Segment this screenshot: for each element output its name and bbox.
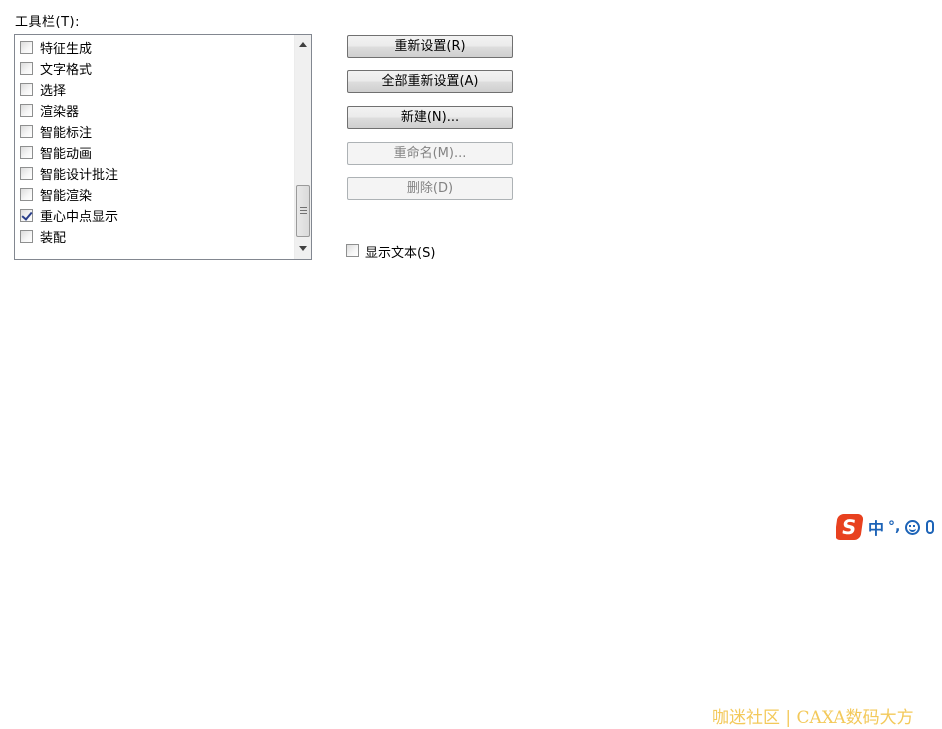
list-item-checkbox[interactable] [20, 41, 33, 54]
list-item-checkbox[interactable] [20, 167, 33, 180]
list-item-label: 装配 [40, 231, 67, 246]
watermark: 咖迷社区 | CAXA数码大方 [712, 708, 914, 728]
list-item-checkbox[interactable] [20, 146, 33, 159]
scroll-thumb[interactable] [296, 185, 310, 237]
list-item-checkbox[interactable] [20, 125, 33, 138]
list-item[interactable]: 特征生成 [20, 37, 92, 58]
reset-button[interactable]: 重新设置(R) [347, 35, 513, 58]
list-item-checkbox[interactable] [20, 230, 33, 243]
list-item-checkbox[interactable] [20, 83, 33, 96]
list-item-checkbox[interactable] [20, 104, 33, 117]
ime-toolbar[interactable]: S 中 °, [836, 513, 942, 541]
list-item-label: 智能动画 [40, 147, 93, 162]
delete-button[interactable]: 删除(D) [347, 177, 513, 200]
emoji-icon[interactable] [905, 519, 921, 535]
microphone-icon[interactable] [926, 520, 935, 534]
list-item-label: 选择 [40, 84, 67, 99]
show-text-label[interactable]: 显示文本(S) [365, 242, 435, 261]
grip-line [300, 210, 307, 211]
list-item[interactable]: 装配 [20, 226, 66, 247]
vertical-scrollbar[interactable] [294, 35, 311, 259]
list-item-checkbox[interactable] [20, 62, 33, 75]
list-item-label: 智能设计批注 [40, 168, 119, 183]
list-item-checkbox[interactable] [20, 188, 33, 201]
list-item[interactable]: 智能动画 [20, 142, 92, 163]
list-item-label: 智能渲染 [40, 189, 93, 204]
ime-language-toggle[interactable]: 中 [868, 515, 884, 539]
list-item-label: 渲染器 [40, 105, 80, 120]
reset-all-button[interactable]: 全部重新设置(A) [347, 70, 513, 93]
list-item[interactable]: 文字格式 [20, 58, 92, 79]
list-item-label: 文字格式 [40, 63, 93, 78]
grip-line [300, 213, 307, 214]
sogou-logo-icon[interactable]: S [836, 514, 864, 540]
ime-punctuation-toggle[interactable]: °, [888, 519, 900, 535]
toolbar-list[interactable]: 特征生成 文字格式 选择 渲染器 智能标注 智能动画 智能设计批注 智能渲染 重… [14, 34, 312, 260]
list-item[interactable]: 智能标注 [20, 121, 92, 142]
list-item[interactable]: 选择 [20, 79, 66, 100]
grip-line [300, 207, 307, 208]
scroll-up-icon[interactable] [299, 42, 307, 47]
list-item-label: 智能标注 [40, 126, 93, 141]
list-item-label: 特征生成 [40, 42, 93, 57]
list-item[interactable]: 智能渲染 [20, 184, 92, 205]
list-item[interactable]: 智能设计批注 [20, 163, 118, 184]
list-item[interactable]: 重心中点显示 [20, 205, 118, 226]
rename-button[interactable]: 重命名(M)... [347, 142, 513, 165]
scroll-down-icon[interactable] [299, 246, 307, 251]
show-text-checkbox[interactable] [346, 244, 359, 257]
list-item-checkbox[interactable] [20, 209, 33, 222]
toolbar-list-label: 工具栏(T): [15, 15, 80, 30]
list-item-label: 重心中点显示 [40, 210, 119, 225]
list-item[interactable]: 渲染器 [20, 100, 79, 121]
new-button[interactable]: 新建(N)... [347, 106, 513, 129]
